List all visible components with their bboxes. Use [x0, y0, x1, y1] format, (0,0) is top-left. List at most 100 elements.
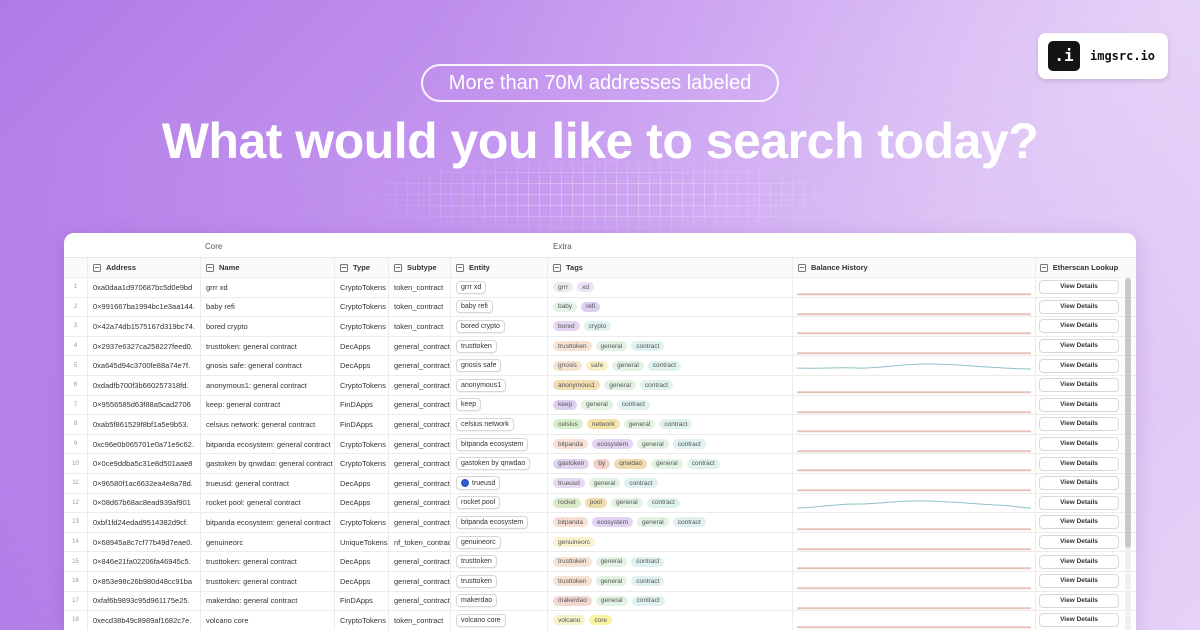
view-details-button[interactable]: View Details — [1039, 319, 1119, 334]
tag-chip[interactable]: crypto — [583, 321, 612, 332]
tags-cell[interactable]: anonymous1 general contract — [548, 375, 793, 395]
name-cell[interactable]: trueusd: general contract — [201, 473, 335, 493]
tag-chip[interactable]: contract — [672, 439, 706, 450]
entity-cell[interactable]: baby refi — [451, 297, 548, 317]
name-cell[interactable]: rocket pool: general contract — [201, 493, 335, 513]
tag-chip[interactable]: general — [581, 399, 613, 410]
table-row[interactable]: 3 0×42a74db1575167d319bc74. bored crypto Cr… — [64, 317, 1136, 337]
tags-cell[interactable]: celsius network general contract — [548, 415, 793, 434]
entity-cell[interactable]: genuineorc — [451, 532, 548, 552]
table-row[interactable]: 8 0xab5f861529f8bf1a5e9b53. celsius networ… — [64, 415, 1136, 435]
type-cell[interactable]: CryptoTokens — [335, 611, 389, 630]
tag-chip[interactable]: general — [612, 360, 644, 371]
entity-cell[interactable]: trusttoken — [451, 336, 548, 356]
tag-chip[interactable]: general — [637, 439, 669, 450]
tag-chip[interactable]: pool — [584, 497, 607, 508]
tag-chip[interactable]: general — [595, 341, 628, 352]
name-cell[interactable]: bitpanda ecosystem: general contract — [201, 434, 335, 454]
entity-chip[interactable]: gastoken by qnwdao — [456, 457, 531, 471]
name-cell[interactable]: baby refi — [201, 297, 335, 317]
name-cell[interactable]: bitpanda ecosystem: general contract — [201, 513, 335, 532]
header-name[interactable]: Name — [201, 258, 335, 277]
entity-cell[interactable]: keep — [451, 395, 548, 415]
table-row[interactable]: 4 0×2937e6327ca258227feed0. trusttoken: ge… — [64, 336, 1136, 357]
entity-cell[interactable]: anonymous1 — [451, 375, 548, 395]
name-cell[interactable]: bored crypto — [201, 317, 335, 336]
tag-chip[interactable]: contract — [646, 497, 680, 508]
tag-chip[interactable]: core — [589, 615, 613, 626]
header-balance-history[interactable]: Balance History — [793, 258, 1036, 277]
address-cell[interactable]: 0xbf1fd24edad9514382d9cf. — [88, 513, 201, 532]
type-cell[interactable]: CryptoTokens — [335, 513, 389, 532]
address-cell[interactable]: 0xa0daa1d970687bc5d0e9bd — [88, 278, 201, 297]
tag-chip[interactable]: contract — [616, 399, 650, 410]
table-row[interactable]: 12 0×08d67b68ac8ead939af901 rocket pool: g… — [64, 493, 1136, 514]
tag-chip[interactable]: qnwdao — [614, 458, 648, 469]
tags-cell[interactable]: makerdao general contract — [548, 591, 793, 611]
tags-cell[interactable]: volcano core — [548, 611, 793, 630]
entity-chip[interactable]: rocket pool — [456, 496, 501, 510]
tag-chip[interactable]: trusttoken — [553, 556, 592, 567]
tag-chip[interactable]: bitpanda — [553, 517, 588, 528]
entity-chip[interactable]: grrr xd — [456, 280, 487, 294]
name-cell[interactable]: trusttoken: general contract — [201, 336, 335, 356]
tags-cell[interactable]: baby refi — [548, 297, 793, 317]
type-cell[interactable]: CryptoTokens — [335, 434, 389, 454]
entity-cell[interactable]: trusttoken — [451, 552, 548, 571]
type-cell[interactable]: DecApps — [335, 356, 389, 375]
table-row[interactable]: 16 0×853e98c26b980d48cc91ba trusttoken: ge… — [64, 571, 1136, 592]
tag-chip[interactable]: general — [595, 576, 628, 587]
subtype-cell[interactable]: token_contract — [389, 317, 451, 336]
entity-chip[interactable]: bored crypto — [456, 319, 505, 333]
entity-cell[interactable]: bitpanda ecosystem — [451, 434, 548, 454]
address-cell[interactable]: 0×846e21fa02206fa46945c5. — [88, 552, 201, 571]
address-cell[interactable]: 0×853e98c26b980d48cc91ba — [88, 571, 201, 591]
tag-chip[interactable]: makerdao — [553, 595, 592, 606]
address-cell[interactable]: 0×08d67b68ac8ead939af901 — [88, 493, 201, 513]
entity-chip[interactable]: gnosis safe — [456, 359, 502, 373]
entity-cell[interactable]: celsius network — [451, 415, 548, 434]
subtype-cell[interactable]: general_contract — [389, 336, 451, 356]
entity-chip[interactable]: genuineorc — [456, 535, 501, 549]
tags-cell[interactable]: genuineorc — [548, 532, 793, 552]
tag-chip[interactable]: grrr — [553, 282, 574, 293]
subtype-cell[interactable]: general_contract — [389, 473, 451, 493]
subtype-cell[interactable]: general_contract — [389, 356, 451, 375]
view-details-button[interactable]: View Details — [1039, 593, 1119, 608]
tag-chip[interactable]: ecosystem — [591, 517, 634, 528]
view-details-button[interactable]: View Details — [1039, 515, 1119, 530]
view-details-button[interactable]: View Details — [1039, 456, 1119, 471]
tag-chip[interactable]: general — [588, 478, 621, 489]
name-cell[interactable]: gnosis safe: general contract — [201, 356, 335, 375]
type-cell[interactable]: CryptoTokens — [335, 317, 389, 336]
table-row[interactable]: 13 0xbf1fd24edad9514382d9cf. bitpanda ecos… — [64, 513, 1136, 533]
name-cell[interactable]: trusttoken: general contract — [201, 571, 335, 591]
tag-chip[interactable]: genuineorc — [553, 537, 596, 548]
tags-cell[interactable]: trusttoken general contract — [548, 571, 793, 591]
entity-chip[interactable]: makerdao — [456, 594, 498, 608]
header-address[interactable]: Address — [88, 258, 201, 277]
tag-chip[interactable]: baby — [553, 301, 578, 312]
type-cell[interactable]: UniqueTokens — [335, 532, 389, 552]
tags-cell[interactable]: bitpanda ecosystem general contract — [548, 513, 793, 532]
header-subtype[interactable]: Subtype — [389, 258, 451, 277]
tags-cell[interactable]: keep general contract — [548, 395, 793, 415]
view-details-button[interactable]: View Details — [1039, 280, 1119, 295]
view-details-button[interactable]: View Details — [1039, 358, 1119, 373]
tag-chip[interactable]: trueusd — [553, 478, 585, 489]
tag-chip[interactable]: contract — [647, 360, 681, 371]
tag-chip[interactable]: contract — [631, 341, 665, 352]
entity-chip[interactable]: volcano core — [456, 613, 506, 627]
entity-cell[interactable]: bitpanda ecosystem — [451, 513, 548, 532]
entity-cell[interactable]: gastoken by qnwdao — [451, 454, 548, 473]
table-row[interactable]: 5 0xa645d94c3700fe88a74e7f. gnosis safe: g… — [64, 356, 1136, 376]
tags-cell[interactable]: bitpanda ecosystem general contract — [548, 434, 793, 454]
address-cell[interactable]: 0xfaf6b9893c95d961175e25. — [88, 591, 201, 611]
address-cell[interactable]: 0×9556585d63f88a5cad2706 — [88, 395, 201, 415]
type-cell[interactable]: DecApps — [335, 336, 389, 356]
type-cell[interactable]: CryptoTokens — [335, 375, 389, 395]
address-cell[interactable]: 0xa645d94c3700fe88a74e7f. — [88, 356, 201, 375]
table-row[interactable]: 7 0×9556585d63f88a5cad2706 keep: general c… — [64, 395, 1136, 416]
tag-chip[interactable]: general — [637, 517, 669, 528]
subtype-cell[interactable]: token_contract — [389, 278, 451, 297]
